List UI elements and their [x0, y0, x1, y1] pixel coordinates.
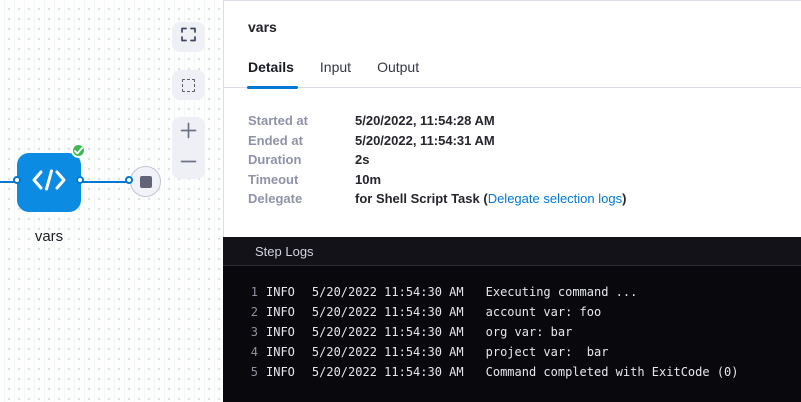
log-timestamp: 5/20/2022 11:54:30 AM [312, 365, 464, 379]
step-node-label: vars [5, 228, 93, 245]
edge-outgoing [80, 181, 132, 183]
detail-row-timeout: Timeout 10m [248, 170, 801, 190]
page-title: vars [224, 1, 801, 35]
pipeline-end-node[interactable] [130, 166, 161, 197]
step-node-vars[interactable] [17, 153, 81, 212]
code-icon [31, 167, 67, 198]
log-level: INFO [266, 345, 295, 359]
log-line: 2 INFO 5/20/2022 11:54:30 AM account var… [223, 302, 801, 322]
tab-details[interactable]: Details [248, 59, 294, 87]
log-line-number: 4 [247, 345, 258, 359]
selection-box-icon [182, 79, 195, 92]
log-line: 4 INFO 5/20/2022 11:54:30 AM project var… [223, 342, 801, 362]
detail-value: for Shell Script Task (Delegate selectio… [355, 189, 626, 209]
details-tabs: Details Input Output [224, 59, 801, 88]
tab-input[interactable]: Input [320, 59, 351, 87]
zoom-out-button[interactable] [172, 148, 205, 179]
tab-output[interactable]: Output [377, 59, 419, 87]
log-message: Executing command ... [486, 285, 638, 299]
step-logs-body[interactable]: 1 INFO 5/20/2022 11:54:30 AM Executing c… [223, 266, 801, 382]
delegate-text-suffix: ) [622, 191, 626, 206]
detail-label: Delegate [248, 189, 355, 209]
detail-value: 10m [355, 170, 381, 190]
detail-label: Started at [248, 111, 355, 131]
reset-selection-button[interactable] [172, 70, 205, 100]
log-line: 5 INFO 5/20/2022 11:54:30 AM Command com… [223, 362, 801, 382]
detail-row-delegate: Delegate for Shell Script Task (Delegate… [248, 189, 801, 209]
step-logs-console: Step Logs 1 INFO 5/20/2022 11:54:30 AM E… [223, 237, 801, 402]
log-message: project var: bar [486, 345, 609, 359]
success-check-icon [71, 143, 86, 158]
log-line-number: 3 [247, 325, 258, 339]
log-line-number: 1 [247, 285, 258, 299]
zoom-in-icon [180, 122, 197, 144]
detail-label: Duration [248, 150, 355, 170]
log-line: 1 INFO 5/20/2022 11:54:30 AM Executing c… [223, 282, 801, 302]
log-line: 3 INFO 5/20/2022 11:54:30 AM org var: ba… [223, 322, 801, 342]
detail-label: Timeout [248, 170, 355, 190]
detail-row-duration: Duration 2s [248, 150, 801, 170]
log-message: account var: foo [486, 305, 602, 319]
log-level: INFO [266, 285, 295, 299]
detail-row-ended-at: Ended at 5/20/2022, 11:54:31 AM [248, 131, 801, 151]
end-node-port [125, 176, 133, 184]
log-level: INFO [266, 305, 295, 319]
stop-square-icon [140, 176, 152, 188]
details-table: Started at 5/20/2022, 11:54:28 AM Ended … [224, 88, 801, 209]
node-port-left [13, 176, 21, 184]
log-timestamp: 5/20/2022 11:54:30 AM [312, 325, 464, 339]
detail-value: 5/20/2022, 11:54:28 AM [355, 111, 495, 131]
zoom-out-icon [180, 153, 197, 175]
step-logs-header[interactable]: Step Logs [223, 237, 801, 266]
node-port-right [76, 176, 84, 184]
detail-value: 2s [355, 150, 369, 170]
detail-value: 5/20/2022, 11:54:31 AM [355, 131, 495, 151]
step-logs-title: Step Logs [255, 244, 314, 259]
detail-label: Ended at [248, 131, 355, 151]
delegate-selection-logs-link[interactable]: Delegate selection logs [488, 191, 622, 206]
log-level: INFO [266, 365, 295, 379]
detail-row-started-at: Started at 5/20/2022, 11:54:28 AM [248, 111, 801, 131]
log-timestamp: 5/20/2022 11:54:30 AM [312, 285, 464, 299]
log-message: Command completed with ExitCode (0) [486, 365, 739, 379]
log-timestamp: 5/20/2022 11:54:30 AM [312, 305, 464, 319]
zoom-in-button[interactable] [172, 117, 205, 148]
fit-to-screen-button[interactable] [172, 22, 205, 52]
pipeline-canvas[interactable]: vars [0, 0, 223, 402]
log-level: INFO [266, 325, 295, 339]
log-line-number: 5 [247, 365, 258, 379]
log-line-number: 2 [247, 305, 258, 319]
zoom-controls [172, 117, 205, 179]
log-timestamp: 5/20/2022 11:54:30 AM [312, 345, 464, 359]
fullscreen-icon [181, 27, 196, 47]
delegate-text: for Shell Script Task ( [355, 191, 488, 206]
log-message: org var: bar [486, 325, 573, 339]
